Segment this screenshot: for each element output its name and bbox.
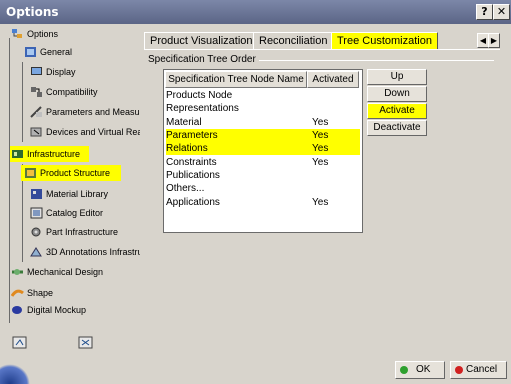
down-button[interactable]: Down xyxy=(367,86,427,102)
list-item[interactable]: Applications Yes xyxy=(166,196,360,209)
shape-icon xyxy=(11,289,24,297)
group-rule xyxy=(259,60,494,61)
material-library-icon xyxy=(31,189,42,199)
window-title: Options xyxy=(6,5,59,19)
annotations-icon xyxy=(30,247,42,257)
group-title: Specification Tree Order xyxy=(148,54,256,65)
close-button[interactable]: ✕ xyxy=(493,4,510,20)
options-tree: Options General Display Compatibility Pa… xyxy=(0,24,149,384)
mechanical-design-icon xyxy=(12,269,23,275)
dialog-footer: OK Cancel xyxy=(140,356,511,384)
options-dialog: Options ? ✕ Options General Display Comp… xyxy=(0,0,511,384)
title-bar: Options ? ✕ xyxy=(0,0,511,24)
list-item[interactable]: Constraints Yes xyxy=(166,156,360,169)
tab-product-visualization[interactable]: Product Visualization xyxy=(144,32,259,50)
deactivate-button[interactable]: Deactivate xyxy=(367,120,427,136)
list-item-highlighted[interactable]: Parameters Yes xyxy=(166,129,360,142)
cancel-dot-icon xyxy=(455,366,463,374)
help-button[interactable]: ? xyxy=(476,4,493,20)
tree-connector xyxy=(22,62,23,142)
spec-tree-order-list[interactable]: Specification Tree Node Name Activated P… xyxy=(163,69,363,233)
devices-icon xyxy=(30,127,42,137)
tree-customization-panel: Specification Tree Order Specification T… xyxy=(144,49,500,356)
catalog-editor-icon xyxy=(30,207,43,219)
list-item[interactable]: Publications xyxy=(166,169,360,182)
tab-scroll-right[interactable]: ▶ xyxy=(488,33,500,48)
list-item[interactable]: Products Node xyxy=(166,89,360,102)
app-logo-fragment xyxy=(0,364,30,384)
tab-tree-customization[interactable]: Tree Customization xyxy=(331,32,438,50)
column-header-activated[interactable]: Activated xyxy=(307,71,359,88)
ok-dot-icon xyxy=(400,366,408,374)
ok-button[interactable]: OK xyxy=(395,361,445,379)
main-panel: Product Visualization Reconciliation Tre… xyxy=(140,24,511,384)
activate-button[interactable]: Activate xyxy=(367,103,427,119)
list-item[interactable]: Others... xyxy=(166,182,360,195)
bottom-tool-icon-2[interactable] xyxy=(78,336,94,350)
gear-icon xyxy=(31,227,41,237)
compatibility-icon xyxy=(31,87,42,97)
parameters-icon xyxy=(30,106,42,118)
product-structure-icon xyxy=(25,168,36,178)
bottom-tool-icon-1[interactable] xyxy=(12,336,28,350)
up-button[interactable]: Up xyxy=(367,69,427,85)
infrastructure-icon xyxy=(12,150,23,158)
tab-reconciliation[interactable]: Reconciliation xyxy=(253,32,334,50)
cancel-button[interactable]: Cancel xyxy=(450,361,507,379)
options-tree-icon xyxy=(12,29,22,38)
digital-mockup-icon xyxy=(12,306,22,314)
list-item-highlighted[interactable]: Relations Yes xyxy=(166,142,360,155)
tree-connector xyxy=(9,38,10,323)
column-header-node-name[interactable]: Specification Tree Node Name xyxy=(165,71,307,88)
list-item[interactable]: Material Yes xyxy=(166,116,360,129)
list-item[interactable]: Representations xyxy=(166,102,360,115)
general-icon xyxy=(25,47,36,57)
display-icon xyxy=(31,67,42,75)
